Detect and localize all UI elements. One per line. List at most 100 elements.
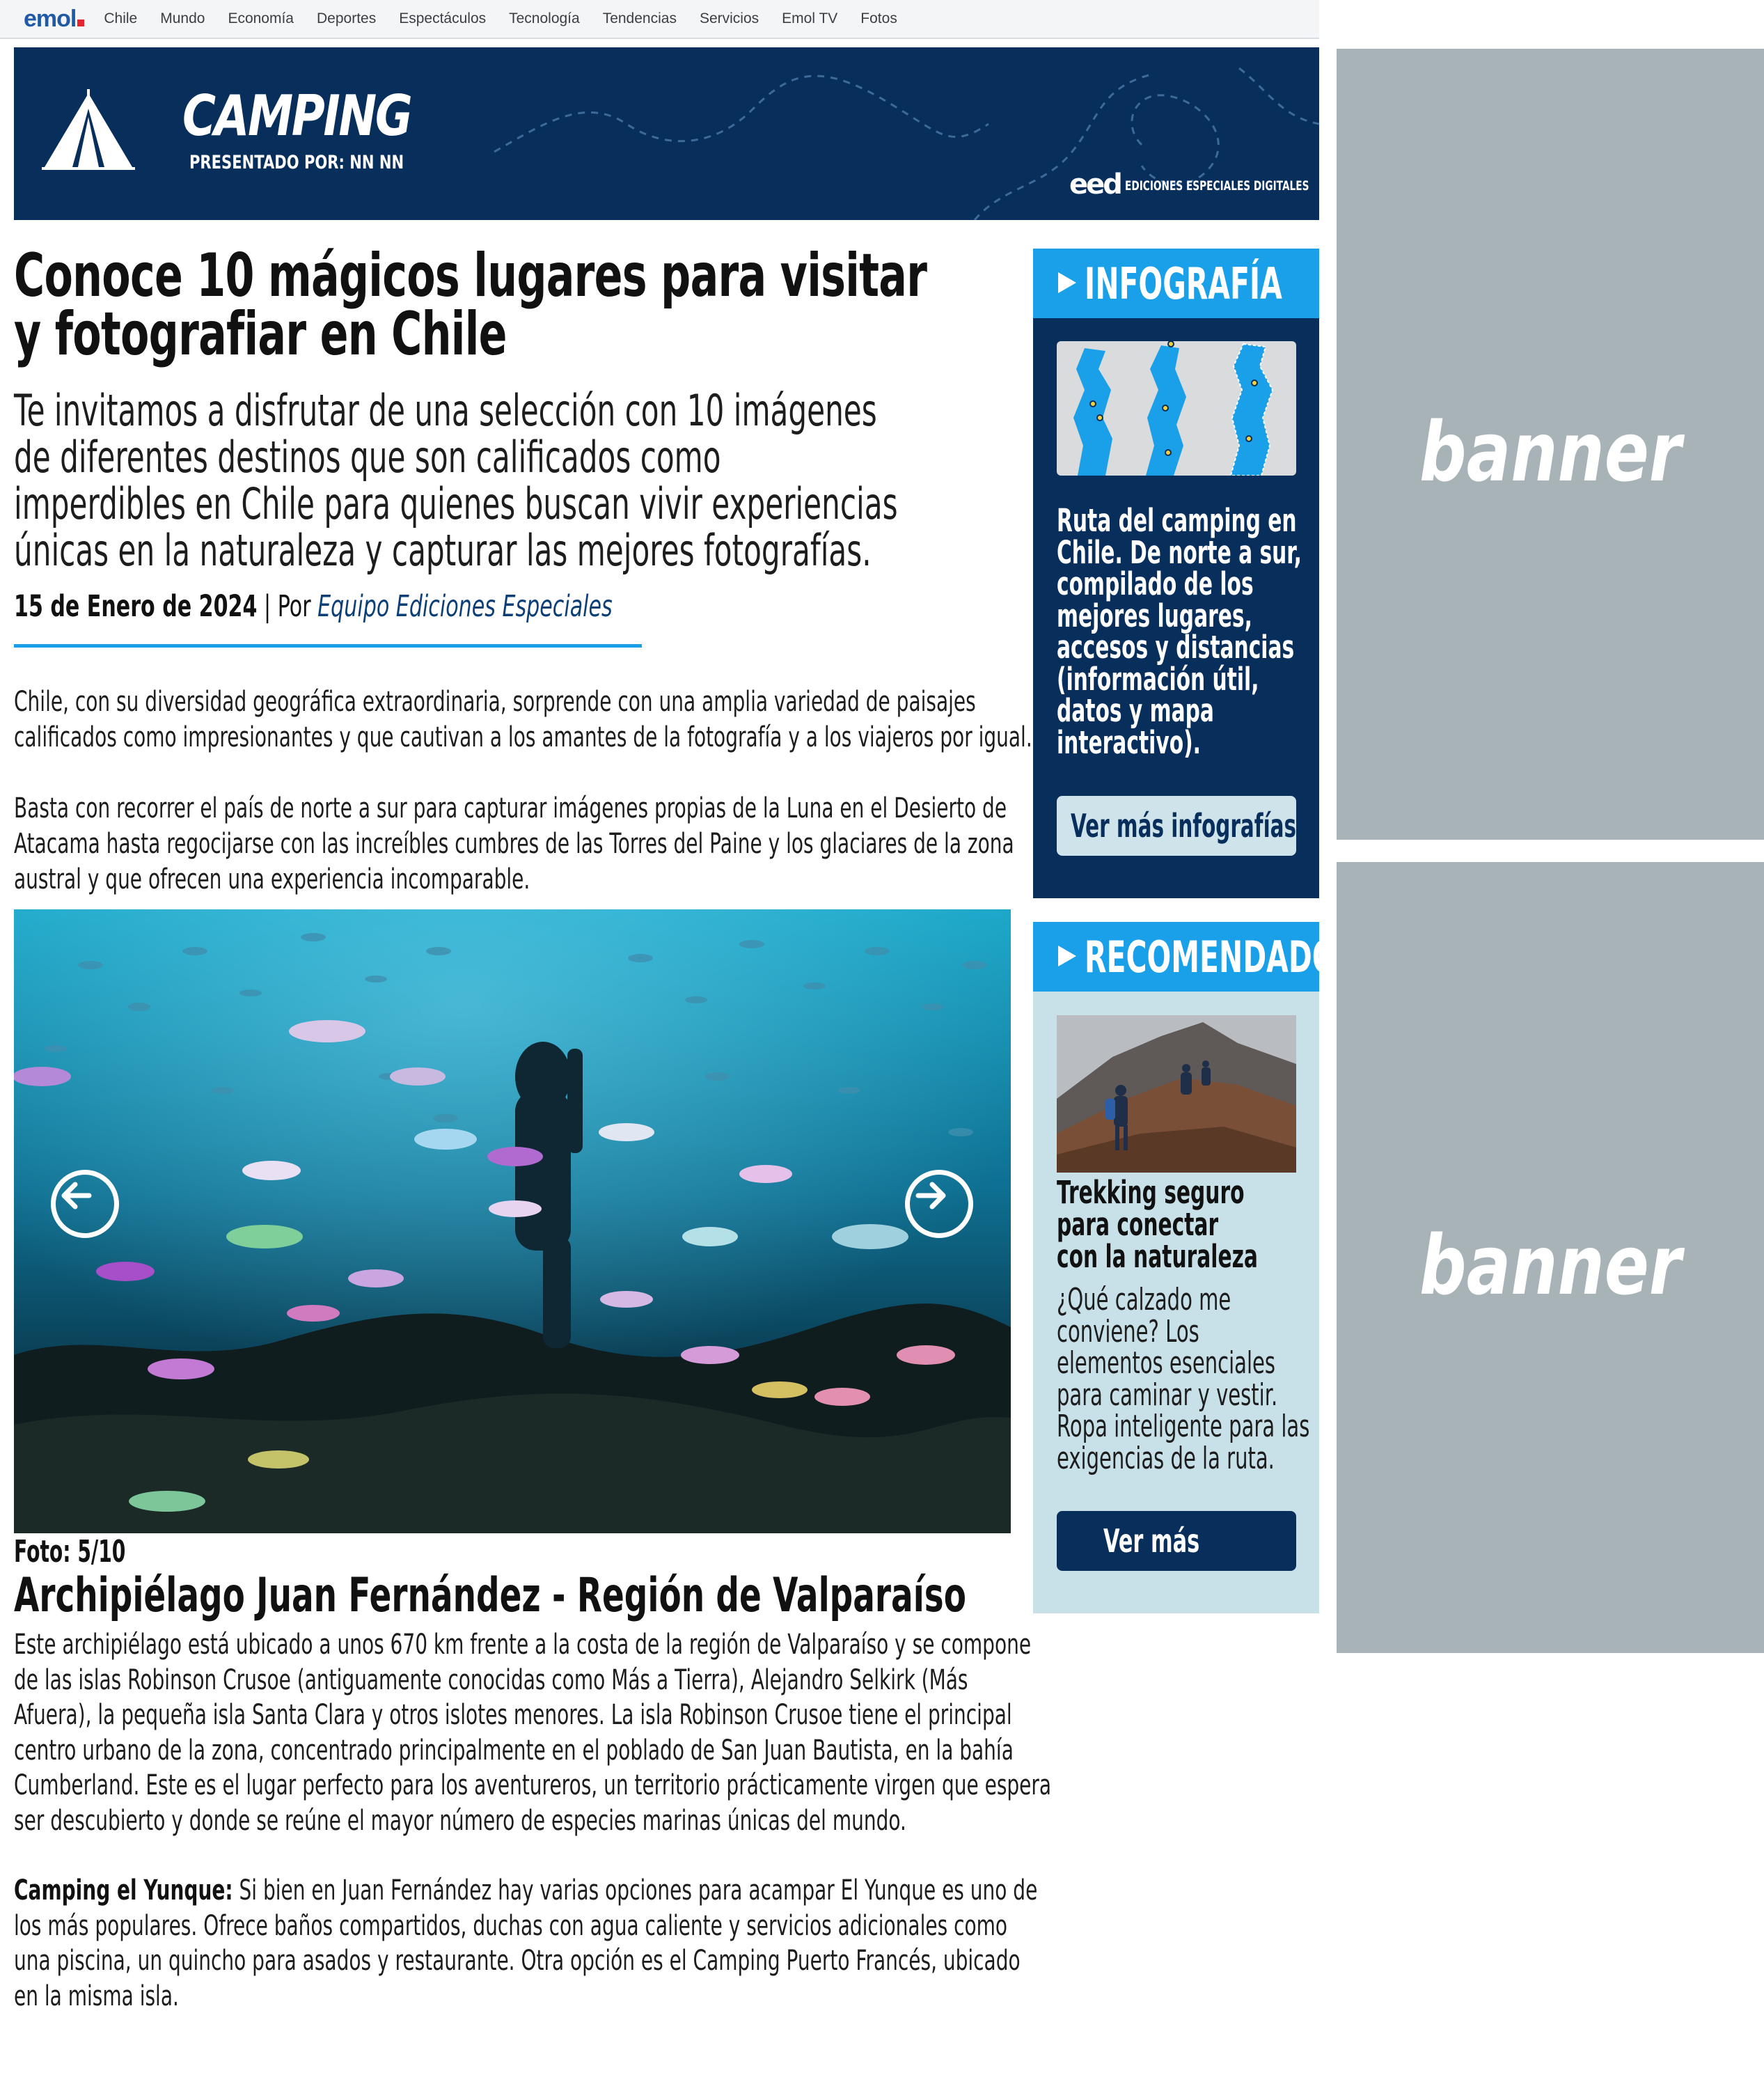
description-line: Chile. De norte a sur, <box>1057 533 1302 571</box>
description-line: interactivo). <box>1057 723 1201 761</box>
tent-icon <box>42 89 135 170</box>
paragraph-line: Camping el Yunque: Si bien en Juan Ferná… <box>14 1873 1037 1909</box>
arrow-right-icon <box>915 1182 946 1209</box>
paragraph-line: Atacama hasta regocijarse con las increí… <box>14 828 1014 860</box>
paragraph-line: Chile, con su diversidad geográfica extr… <box>14 686 976 718</box>
title-line: con la naturaleza <box>1057 1238 1258 1275</box>
ad-label: banner <box>1419 404 1682 500</box>
chile-map-thumbnail[interactable] <box>1057 341 1296 476</box>
logo-red-dot <box>77 19 85 26</box>
section-nav: Chile Mundo Economía Deportes Espectácul… <box>104 10 920 27</box>
recomendado-title[interactable]: Trekking seguro para conectar con la nat… <box>1057 1177 1258 1273</box>
intro-paragraph-2: Basta con recorrer el país de norte a su… <box>14 791 1014 898</box>
article-byline: 15 de Enero de 2024 | Por Equipo Edicion… <box>14 590 613 623</box>
nav-item-deportes[interactable]: Deportes <box>317 10 376 27</box>
camping-text: Si bien en Juan Fernández hay varias opc… <box>233 1874 1038 1906</box>
article-headline: Conoce 10 mágicos lugares para visitar y… <box>14 241 927 369</box>
description-line: centro urbano de la zona, concentrado pr… <box>14 1734 1014 1767</box>
description-line: Ruta del camping en <box>1057 502 1297 539</box>
gallery-prev-button[interactable] <box>51 1170 119 1238</box>
eed-logo: eed <box>1069 169 1123 201</box>
underwater-diver-photo <box>14 909 1011 1533</box>
button-label: Ver más infografías <box>1071 807 1297 845</box>
intro-paragraph-1: Chile, con su diversidad geográfica extr… <box>14 684 1032 755</box>
title-line: para conectar <box>1057 1206 1219 1243</box>
arrow-left-icon <box>61 1182 92 1209</box>
description-line: de las islas Robinson Crusoe (antiguamen… <box>14 1663 968 1696</box>
paragraph-line: en la misma isla. <box>14 1980 179 2012</box>
ad-banner-bottom[interactable]: banner <box>1337 862 1764 1653</box>
article-dek: Te invitamos a disfrutar de una selecció… <box>14 387 898 574</box>
ad-label-wrap: banner <box>1337 1217 1764 1313</box>
description-line: mejores lugares, <box>1057 597 1252 634</box>
publish-date: 15 de Enero de 2024 <box>14 589 258 624</box>
description-line: datos y mapa <box>1057 692 1214 729</box>
paragraph-line: los más populares. Ofrece baños comparti… <box>14 1909 1008 1942</box>
ad-label: banner <box>1419 1217 1682 1313</box>
description-line: (información útil, <box>1057 660 1259 698</box>
dek-line: imperdibles en Chile para quienes buscan… <box>14 478 898 529</box>
presented-by: PRESENTADO POR: NN NN <box>189 152 404 173</box>
byline-separator: | Por <box>257 589 318 624</box>
camping-label: Camping el Yunque: <box>14 1874 233 1906</box>
dek-line: de diferentes destinos que son calificad… <box>14 432 721 483</box>
gallery-next-button[interactable] <box>905 1170 973 1238</box>
description-line: ser descubierto y donde se reúne el mayo… <box>14 1804 906 1837</box>
recomendado-widget: Trekking seguro para conectar con la nat… <box>1033 992 1319 1613</box>
dek-line: Te invitamos a disfrutar de una selecció… <box>14 385 877 436</box>
description-line: accesos y distancias <box>1057 629 1295 666</box>
button-label-wrap: Ver más <box>1057 1525 1296 1557</box>
paragraph-line: una piscina, un quincho para asados y re… <box>14 1945 1021 1977</box>
paragraph-line: austral y que ofrecen una experiencia in… <box>14 863 530 895</box>
recomendado-heading: RECOMENDADO <box>1085 932 1337 982</box>
description-line: conviene? Los <box>1057 1313 1199 1349</box>
recomendado-description: ¿Qué calzado me conviene? Los elementos … <box>1057 1284 1309 1474</box>
description-line: Afuera), la pequeña isla Santa Clara y o… <box>14 1699 1012 1731</box>
infografia-heading: INFOGRAFÍA <box>1085 258 1282 309</box>
trekking-photo[interactable] <box>1057 1015 1296 1173</box>
nav-item-servicios[interactable]: Servicios <box>700 10 759 27</box>
logo-text: emol <box>24 5 77 32</box>
nav-item-mundo[interactable]: Mundo <box>160 10 205 27</box>
nav-item-economia[interactable]: Economía <box>228 10 294 27</box>
paragraph-line: calificados como impresionantes y que ca… <box>14 721 1032 753</box>
description-line: Este archipiélago está ubicado a unos 67… <box>14 1629 1032 1661</box>
description-line: compilado de los <box>1057 565 1254 602</box>
play-triangle-icon <box>1058 946 1076 966</box>
description-line: exigencias de la ruta. <box>1057 1440 1275 1476</box>
chile-map-icon <box>1073 341 1274 476</box>
headline-line: Conoce 10 mágicos lugares para visitar <box>14 241 927 311</box>
ad-banner-top[interactable]: banner <box>1337 49 1764 840</box>
eed-brand-text: EDICIONES ESPECIALES DIGITALES <box>1125 178 1309 194</box>
description-line: Ropa inteligente para las <box>1057 1409 1310 1444</box>
description-line: ¿Qué calzado me <box>1057 1282 1231 1317</box>
ad-label-wrap: banner <box>1337 404 1764 500</box>
nav-item-tecnologia[interactable]: Tecnología <box>509 10 580 27</box>
author-link[interactable]: Equipo Ediciones Especiales <box>317 589 613 624</box>
title-line: Trekking seguro <box>1057 1174 1245 1211</box>
paragraph-line: Basta con recorrer el país de norte a su… <box>14 792 1007 824</box>
ver-mas-button[interactable]: Ver más <box>1057 1511 1296 1571</box>
section-title: CAMPING <box>182 84 413 148</box>
photo-gallery[interactable] <box>14 909 1011 1533</box>
play-triangle-icon <box>1058 272 1076 293</box>
nav-item-fotos[interactable]: Fotos <box>860 10 897 27</box>
top-navigation-bar: emol Chile Mundo Economía Deportes Espec… <box>0 0 1319 39</box>
emol-logo[interactable]: emol <box>24 5 85 33</box>
nav-item-espectaculos[interactable]: Espectáculos <box>399 10 486 27</box>
infografia-widget: Ruta del camping en Chile. De norte a su… <box>1033 318 1319 898</box>
nav-item-chile[interactable]: Chile <box>104 10 137 27</box>
camping-paragraph: Camping el Yunque: Si bien en Juan Ferná… <box>14 1873 1037 2014</box>
byline-divider <box>14 644 642 648</box>
button-label: Ver más <box>1103 1522 1200 1560</box>
nav-item-tendencias[interactable]: Tendencias <box>603 10 677 27</box>
description-line: Cumberland. Este es el lugar perfecto pa… <box>14 1769 1052 1801</box>
headline-line: y fotografiar en Chile <box>14 299 507 369</box>
recomendado-header[interactable]: RECOMENDADO <box>1033 922 1337 992</box>
more-infographics-button[interactable]: Ver más infografías <box>1057 796 1296 856</box>
photo-title: Archipiélago Juan Fernández - Región de … <box>14 1568 966 1623</box>
photo-counter: Foto: 5/10 <box>14 1534 126 1569</box>
infografia-header[interactable]: INFOGRAFÍA <box>1033 249 1319 318</box>
nav-item-emol-tv[interactable]: Emol TV <box>782 10 837 27</box>
camping-section-header: CAMPING PRESENTADO POR: NN NN eed EDICIO… <box>14 47 1319 220</box>
